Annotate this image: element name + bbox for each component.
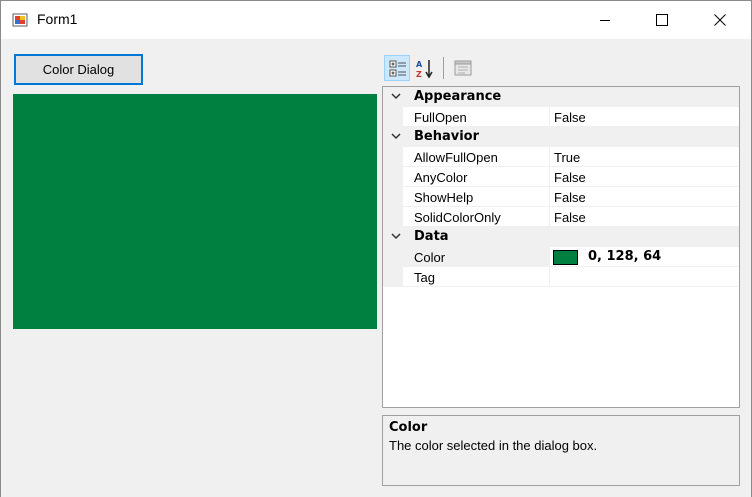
property-name: AllowFullOpen <box>414 150 498 165</box>
window-title: Form1 <box>37 11 78 27</box>
property-name: Color <box>414 250 446 265</box>
property-row-color[interactable]: Color 0, 128, 64 <box>383 247 739 267</box>
toolbar-separator <box>443 57 444 79</box>
chevron-down-icon[interactable] <box>391 133 401 141</box>
property-grid: A Z Appearance FullOpen False Behavior A… <box>382 53 740 486</box>
property-pages-button[interactable] <box>450 55 476 81</box>
form-window: Form1 Color Dialog A Z Appearance FullOp… <box>0 0 752 497</box>
property-grid-toolbar: A Z <box>382 53 740 85</box>
close-button[interactable] <box>697 1 743 39</box>
svg-text:Z: Z <box>416 70 422 79</box>
property-value[interactable]: False <box>554 210 586 225</box>
property-value[interactable]: False <box>554 110 586 125</box>
categorized-button[interactable] <box>384 55 410 81</box>
property-grid-view[interactable]: Appearance FullOpen False Behavior Allow… <box>382 86 740 408</box>
property-row-solidcoloronly[interactable]: SolidColorOnly False <box>383 207 739 227</box>
property-value[interactable]: False <box>554 190 586 205</box>
property-value[interactable]: 0, 128, 64 <box>588 249 661 264</box>
color-dialog-button[interactable]: Color Dialog <box>14 54 143 85</box>
help-description: The color selected in the dialog box. <box>389 438 598 453</box>
property-row-anycolor[interactable]: AnyColor False <box>383 167 739 187</box>
property-help-pane: Color The color selected in the dialog b… <box>382 415 740 486</box>
minimize-button[interactable] <box>582 1 628 39</box>
property-name: Tag <box>414 270 435 285</box>
property-row-allowfullopen[interactable]: AllowFullOpen True <box>383 147 739 167</box>
property-name: SolidColorOnly <box>414 210 501 225</box>
close-icon <box>714 14 726 26</box>
property-name: AnyColor <box>414 170 468 185</box>
alphabetical-button[interactable]: A Z <box>412 55 438 81</box>
form-app-icon <box>12 12 28 28</box>
alphabetical-icon: A Z <box>416 60 433 79</box>
color-swatch <box>553 250 578 265</box>
property-name: FullOpen <box>414 110 467 125</box>
category-data[interactable]: Data <box>383 227 739 247</box>
categorized-icon <box>389 60 406 77</box>
category-label: Appearance <box>414 89 502 104</box>
property-name: ShowHelp <box>414 190 474 205</box>
category-label: Data <box>414 229 449 244</box>
title-bar[interactable]: Form1 <box>1 1 751 39</box>
help-title: Color <box>389 420 428 435</box>
chevron-down-icon[interactable] <box>391 233 401 241</box>
chevron-down-icon[interactable] <box>391 93 401 101</box>
svg-text:A: A <box>416 60 423 69</box>
property-row-tag[interactable]: Tag <box>383 267 739 287</box>
minimize-icon <box>600 20 610 21</box>
category-label: Behavior <box>414 129 480 144</box>
property-value[interactable]: True <box>554 150 580 165</box>
property-pages-icon <box>454 60 472 76</box>
property-row-fullopen[interactable]: FullOpen False <box>383 107 739 127</box>
maximize-icon <box>656 14 668 26</box>
maximize-button[interactable] <box>639 1 685 39</box>
form-client-area: Color Dialog A Z Appearance FullOpen Fal… <box>1 39 751 497</box>
category-behavior[interactable]: Behavior <box>383 127 739 147</box>
color-preview-panel <box>13 94 377 329</box>
category-appearance[interactable]: Appearance <box>383 87 739 107</box>
property-row-showhelp[interactable]: ShowHelp False <box>383 187 739 207</box>
property-value[interactable]: False <box>554 170 586 185</box>
